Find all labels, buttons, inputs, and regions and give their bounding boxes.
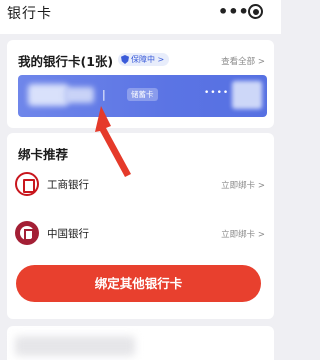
bank-card[interactable]: | 储蓄卡 •••• bbox=[18, 75, 267, 117]
bank-name-blurred bbox=[64, 87, 94, 103]
boc-logo-icon bbox=[15, 221, 39, 245]
bank-name: 工商银行 bbox=[47, 179, 89, 191]
my-cards-section: 我的银行卡(1张) 保障中 > 查看全部 > | 储蓄卡 •••• bbox=[7, 40, 274, 128]
page-title: 银行卡 bbox=[7, 6, 52, 22]
recommend-title: 绑卡推荐 bbox=[18, 147, 69, 162]
card-separator: | bbox=[102, 88, 106, 101]
card-number-masked: •••• bbox=[204, 88, 230, 98]
icbc-logo-icon bbox=[15, 172, 39, 196]
bottom-card bbox=[7, 326, 274, 360]
more-icon[interactable]: ••• bbox=[218, 2, 249, 21]
bind-now-link[interactable]: 立即绑卡 > bbox=[221, 179, 265, 191]
shield-icon bbox=[121, 55, 129, 64]
card-digits-blurred bbox=[232, 81, 262, 109]
top-bar: 银行卡 ••• bbox=[0, 0, 281, 34]
bank-row-icbc[interactable]: 工商银行 立即绑卡 > bbox=[7, 168, 274, 200]
bank-logo-blurred bbox=[28, 84, 68, 106]
protection-badge[interactable]: 保障中 > bbox=[118, 53, 170, 66]
bind-other-card-button[interactable]: 绑定其他银行卡 bbox=[16, 265, 261, 302]
bind-now-link[interactable]: 立即绑卡 > bbox=[221, 228, 265, 240]
bank-name: 中国银行 bbox=[47, 228, 89, 240]
blurred-content bbox=[15, 336, 135, 356]
my-cards-title: 我的银行卡(1张) bbox=[18, 54, 114, 69]
target-icon[interactable] bbox=[248, 4, 263, 19]
protection-badge-label: 保障中 > bbox=[131, 55, 165, 64]
card-type-tag: 储蓄卡 bbox=[127, 88, 158, 101]
view-all-link[interactable]: 查看全部 > bbox=[221, 55, 265, 67]
bank-row-boc[interactable]: 中国银行 立即绑卡 > bbox=[7, 217, 274, 249]
